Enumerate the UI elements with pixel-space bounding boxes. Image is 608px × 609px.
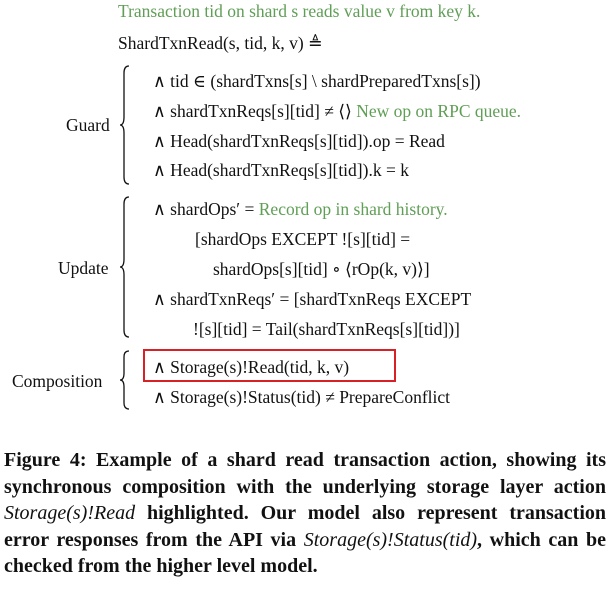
update-line-4: ∧ shardTxnReqs′ = [shardTxnReqs EXCEPT [153, 289, 472, 309]
guard-line-2: ∧ shardTxnReqs[s][tid] ≠ ⟨⟩ New op on RP… [153, 100, 521, 122]
composition-label: Composition [12, 371, 103, 391]
update-line-5: ![s][tid] = Tail(shardTxnReqs[s][tid])] [193, 319, 460, 339]
composition-line-1: ∧ Storage(s)!Read(tid, k, v) [153, 357, 350, 377]
caption-ref-read: Storage(s)!Read [4, 502, 136, 524]
guard-line-2-comment: New op on RPC queue. [356, 101, 522, 121]
composition-line-2: ∧ Storage(s)!Status(tid) ≠ PrepareConfli… [153, 387, 450, 407]
action-comment: Transaction tid on shard s reads value v… [118, 0, 480, 22]
update-line-1-comment: Record op in shard history. [258, 199, 448, 219]
guard-line-2-text: ∧ shardTxnReqs[s][tid] ≠ ⟨⟩ [153, 101, 352, 121]
action-header: ShardTxnRead(s, tid, k, v) ≜ [118, 33, 323, 53]
guard-brace [120, 65, 130, 185]
guard-label: Guard [66, 115, 110, 135]
update-line-3: shardOps[s][tid] ∘ ⟨rOp(k, v)⟩] [213, 259, 430, 279]
action-comment-text: Transaction tid on shard s reads value v… [118, 1, 481, 21]
update-line-1-text: ∧ shardOps′ = [153, 199, 255, 219]
guard-line-4: ∧ Head(shardTxnReqs[s][tid]).k = k [153, 160, 409, 180]
update-label: Update [58, 258, 109, 278]
update-line-1: ∧ shardOps′ = Record op in shard history… [153, 198, 448, 220]
composition-brace [120, 350, 130, 410]
figure-caption: Figure 4: Example of a shard read transa… [4, 447, 606, 580]
guard-line-3: ∧ Head(shardTxnReqs[s][tid]).op = Read [153, 131, 445, 151]
update-line-2: [shardOps EXCEPT ![s][tid] = [195, 229, 411, 249]
caption-ref-status: Storage(s)!Status(tid) [303, 528, 478, 551]
caption-lead: Figure 4: Example of a shard read transa… [4, 449, 606, 498]
update-brace [120, 196, 130, 338]
guard-line-1: ∧ tid ∈ (shardTxns[s] \ shardPreparedTxn… [153, 71, 481, 91]
